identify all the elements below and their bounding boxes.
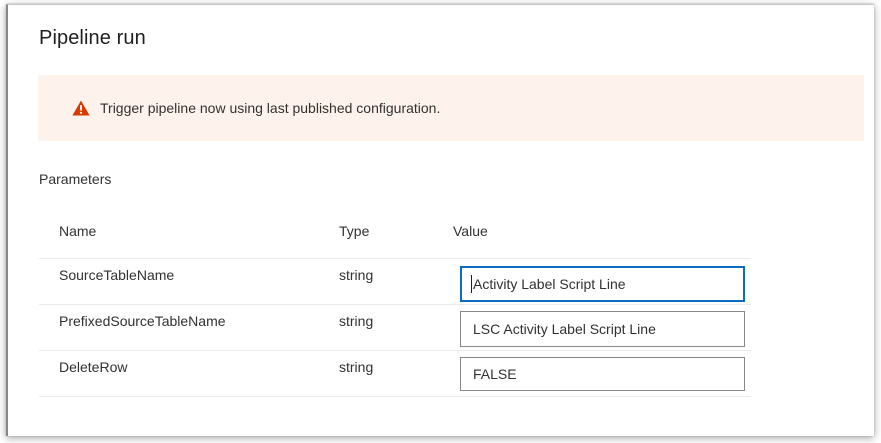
pipeline-run-panel: Pipeline run Trigger pipeline now using … — [6, 4, 874, 436]
param-type: string — [339, 267, 374, 283]
parameters-table: Name Type Value SourceTableName string P… — [39, 213, 751, 397]
banner-text: Trigger pipeline now using last publishe… — [100, 100, 441, 116]
table-row: DeleteRow string — [39, 351, 751, 397]
text-caret — [471, 275, 472, 293]
table-row: PrefixedSourceTableName string — [39, 305, 751, 351]
param-value-input[interactable] — [460, 266, 745, 302]
param-value-input[interactable] — [460, 357, 745, 391]
param-type: string — [339, 359, 374, 375]
column-header-name: Name — [59, 223, 97, 239]
param-name: PrefixedSourceTableName — [59, 313, 226, 329]
param-value-input[interactable] — [460, 311, 745, 347]
table-header: Name Type Value — [39, 213, 751, 259]
table-row: SourceTableName string — [39, 259, 751, 305]
warning-banner: Trigger pipeline now using last publishe… — [38, 75, 864, 141]
page-title: Pipeline run — [39, 27, 146, 49]
warning-icon — [72, 100, 90, 116]
param-name: DeleteRow — [59, 359, 128, 375]
param-type: string — [339, 313, 374, 329]
param-name: SourceTableName — [59, 267, 175, 283]
column-header-value: Value — [453, 223, 488, 239]
column-header-type: Type — [339, 223, 370, 239]
parameters-label: Parameters — [39, 171, 112, 187]
